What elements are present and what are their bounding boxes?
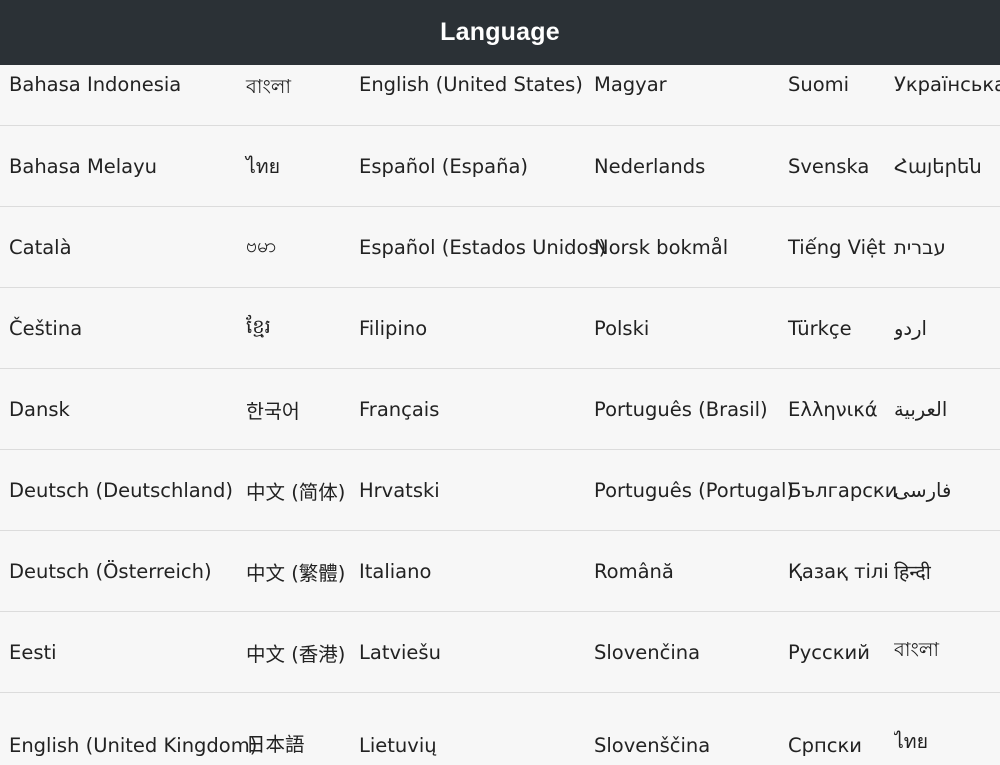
language-option[interactable]: Lietuvių xyxy=(359,693,437,765)
language-option[interactable]: 中文 (繁體) xyxy=(246,531,345,611)
language-option[interactable]: العربية xyxy=(894,369,1000,449)
language-option[interactable]: ဗမာ xyxy=(246,207,276,287)
language-option[interactable]: Հայերեն xyxy=(894,126,1000,206)
language-option[interactable]: Slovenčina xyxy=(594,612,700,692)
language-option[interactable]: Deutsch (Deutschland) xyxy=(9,450,233,530)
title-bar: Language xyxy=(0,0,1000,65)
language-option[interactable]: Français xyxy=(359,369,439,449)
language-option[interactable]: Bahasa Melayu xyxy=(9,126,157,206)
language-option[interactable]: Dansk xyxy=(9,369,70,449)
language-option[interactable]: বাংলা xyxy=(894,612,1000,692)
language-option[interactable]: English (United States) xyxy=(359,65,583,125)
language-option[interactable]: Română xyxy=(594,531,674,611)
language-option[interactable]: Қазақ тілі xyxy=(788,531,889,611)
language-option[interactable]: Português (Brasil) xyxy=(594,369,768,449)
language-row: English (United Kingdom) 日本語 Lietuvių Sl… xyxy=(0,693,1000,765)
language-option[interactable]: Deutsch (Österreich) xyxy=(9,531,212,611)
language-option[interactable]: Bahasa Indonesia xyxy=(9,65,181,125)
language-option[interactable]: Svenska xyxy=(788,126,869,206)
language-option[interactable]: اردو xyxy=(894,288,1000,368)
language-option[interactable]: 中文 (简体) xyxy=(246,450,345,530)
language-option[interactable]: Polski xyxy=(594,288,649,368)
language-option[interactable]: Italiano xyxy=(359,531,431,611)
language-option[interactable]: Русский xyxy=(788,612,870,692)
language-option[interactable]: Українська xyxy=(894,65,1000,125)
language-option[interactable]: Norsk bokmål xyxy=(594,207,728,287)
language-option[interactable]: Suomi xyxy=(788,65,849,125)
language-option[interactable]: Magyar xyxy=(594,65,667,125)
language-row: Català ဗမာ Español (Estados Unidos) Nors… xyxy=(0,207,1000,288)
language-option[interactable]: Català xyxy=(9,207,72,287)
language-option[interactable]: فارسی xyxy=(894,450,1000,530)
language-option[interactable]: Filipino xyxy=(359,288,427,368)
language-row: Čeština ខ្មែរ Filipino Polski Türkçe ارد… xyxy=(0,288,1000,369)
language-option[interactable]: 中文 (香港) xyxy=(246,612,345,692)
language-option[interactable]: Nederlands xyxy=(594,126,705,206)
language-option[interactable]: ខ្មែរ xyxy=(246,288,271,368)
language-option[interactable]: ไทย xyxy=(894,693,1000,765)
language-option[interactable]: Čeština xyxy=(9,288,82,368)
language-option[interactable]: Español (Estados Unidos) xyxy=(359,207,606,287)
language-row: Deutsch (Österreich) 中文 (繁體) Italiano Ro… xyxy=(0,531,1000,612)
language-option[interactable]: Português (Portugal) xyxy=(594,450,794,530)
language-option[interactable]: ไทย xyxy=(246,126,280,206)
language-row: Dansk 한국어 Français Português (Brasil) Ελ… xyxy=(0,369,1000,450)
language-option[interactable]: 日本語 xyxy=(246,693,305,765)
language-row: Deutsch (Deutschland) 中文 (简体) Hrvatski P… xyxy=(0,450,1000,531)
language-grid: Bahasa Indonesia বাংলা English (United S… xyxy=(0,65,1000,765)
language-option[interactable]: Eesti xyxy=(9,612,57,692)
language-option[interactable]: Latviešu xyxy=(359,612,441,692)
language-option[interactable]: Türkçe xyxy=(788,288,852,368)
language-option[interactable]: 한국어 xyxy=(246,369,300,449)
language-option[interactable]: Español (España) xyxy=(359,126,528,206)
language-option[interactable]: English (United Kingdom) xyxy=(9,693,257,765)
language-row: Bahasa Indonesia বাংলা English (United S… xyxy=(0,65,1000,126)
language-row: Bahasa Melayu ไทย Español (España) Neder… xyxy=(0,126,1000,207)
language-row: Eesti 中文 (香港) Latviešu Slovenčina Русски… xyxy=(0,612,1000,693)
language-option[interactable]: Tiếng Việt xyxy=(788,207,886,287)
language-option[interactable]: Hrvatski xyxy=(359,450,440,530)
language-option[interactable]: Ελληνικά xyxy=(788,369,878,449)
language-option[interactable]: עברית xyxy=(894,207,1000,287)
language-option[interactable]: বাংলা xyxy=(246,65,291,125)
language-option[interactable]: हिन्दी xyxy=(894,531,1000,611)
language-option[interactable]: Slovenščina xyxy=(594,693,710,765)
page-title: Language xyxy=(440,18,560,46)
language-option[interactable]: Српски xyxy=(788,693,862,765)
language-option[interactable]: Български xyxy=(788,450,897,530)
